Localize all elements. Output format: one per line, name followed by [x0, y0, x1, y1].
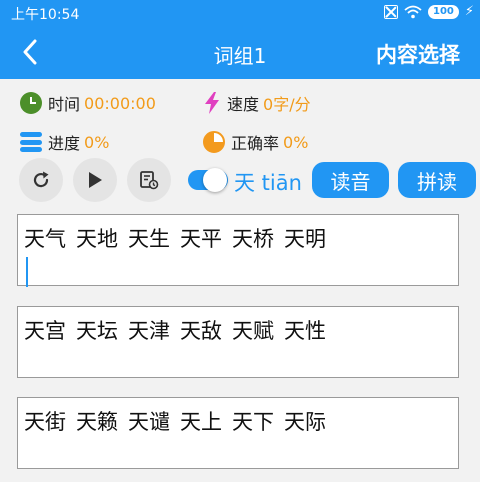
read-aloud-button[interactable]: 读音 [312, 162, 389, 198]
clock-icon [20, 92, 42, 114]
accuracy-label: 正确率 [231, 134, 280, 153]
back-button[interactable] [14, 34, 46, 70]
word-item: 天坛 [76, 319, 118, 343]
progress-icon [20, 132, 42, 152]
status-bar: 上午10:54 100 ⚡ [0, 0, 480, 26]
word-list: 天街 天籁 天谴 天上 天下 天际 [24, 406, 452, 436]
history-icon [140, 171, 159, 190]
word-item: 天敌 [180, 319, 222, 343]
content-select-button[interactable]: 内容选择 [376, 39, 460, 69]
word-list: 天宫 天坛 天津 天敌 天赋 天性 [24, 315, 452, 345]
history-button[interactable] [127, 158, 171, 202]
word-item: 天气 [24, 227, 66, 251]
word-list: 天气 天地 天生 天平 天桥 天明 [24, 223, 452, 253]
status-time: 上午10:54 [11, 7, 80, 23]
word-item: 天明 [284, 227, 326, 251]
word-item: 天地 [76, 227, 118, 251]
wifi-icon [404, 5, 422, 19]
status-icons: 100 ⚡ [383, 4, 474, 20]
word-group-3[interactable]: 天街 天籁 天谴 天上 天下 天际 [17, 397, 459, 469]
lightning-icon [205, 92, 219, 114]
word-item: 天际 [284, 410, 326, 434]
word-item: 天籁 [76, 410, 118, 434]
pie-chart-icon [203, 131, 225, 153]
word-group-2[interactable]: 天宫 天坛 天津 天敌 天赋 天性 [17, 306, 459, 378]
progress-value: 0% [84, 132, 110, 152]
word-item: 天下 [232, 410, 274, 434]
accuracy-value: 0% [283, 132, 309, 152]
speed-value: 0字/分 [263, 95, 311, 114]
word-item: 天宫 [24, 319, 66, 343]
toggle-knob [203, 168, 227, 192]
restart-button[interactable] [19, 158, 63, 202]
time-label: 时间 [48, 95, 81, 114]
play-button[interactable] [73, 158, 117, 202]
word-item: 天性 [284, 319, 326, 343]
charging-icon: ⚡ [464, 4, 474, 19]
refresh-icon [33, 171, 49, 188]
accuracy-stat: 正确率 0% [203, 130, 308, 154]
progress-label: 进度 [48, 134, 81, 153]
word-item: 天平 [180, 227, 222, 251]
no-sim-icon [383, 5, 398, 19]
word-group-1[interactable]: 天气 天地 天生 天平 天桥 天明 [17, 214, 459, 287]
text-cursor [26, 257, 28, 287]
pinyin-toggle[interactable] [188, 168, 228, 192]
word-item: 天谴 [128, 410, 170, 434]
word-item: 天桥 [232, 227, 274, 251]
word-item: 天上 [180, 410, 222, 434]
play-icon [89, 172, 102, 188]
word-item: 天街 [24, 410, 66, 434]
speed-stat: 速度 0字/分 [203, 91, 311, 115]
word-item: 天生 [128, 227, 170, 251]
spell-read-button[interactable]: 拼读 [398, 162, 476, 198]
word-item: 天赋 [232, 319, 274, 343]
speed-label: 速度 [227, 95, 260, 114]
word-item: 天津 [128, 319, 170, 343]
pinyin-preview: 天 tiān [234, 171, 302, 195]
time-stat: 时间 00:00:00 [20, 91, 156, 115]
progress-stat: 进度 0% [20, 130, 109, 154]
time-value: 00:00:00 [84, 93, 156, 113]
chevron-left-icon [23, 39, 37, 65]
app-header: 上午10:54 100 ⚡ 词组1 内容选择 [0, 0, 480, 79]
battery-icon: 100 [427, 5, 459, 19]
